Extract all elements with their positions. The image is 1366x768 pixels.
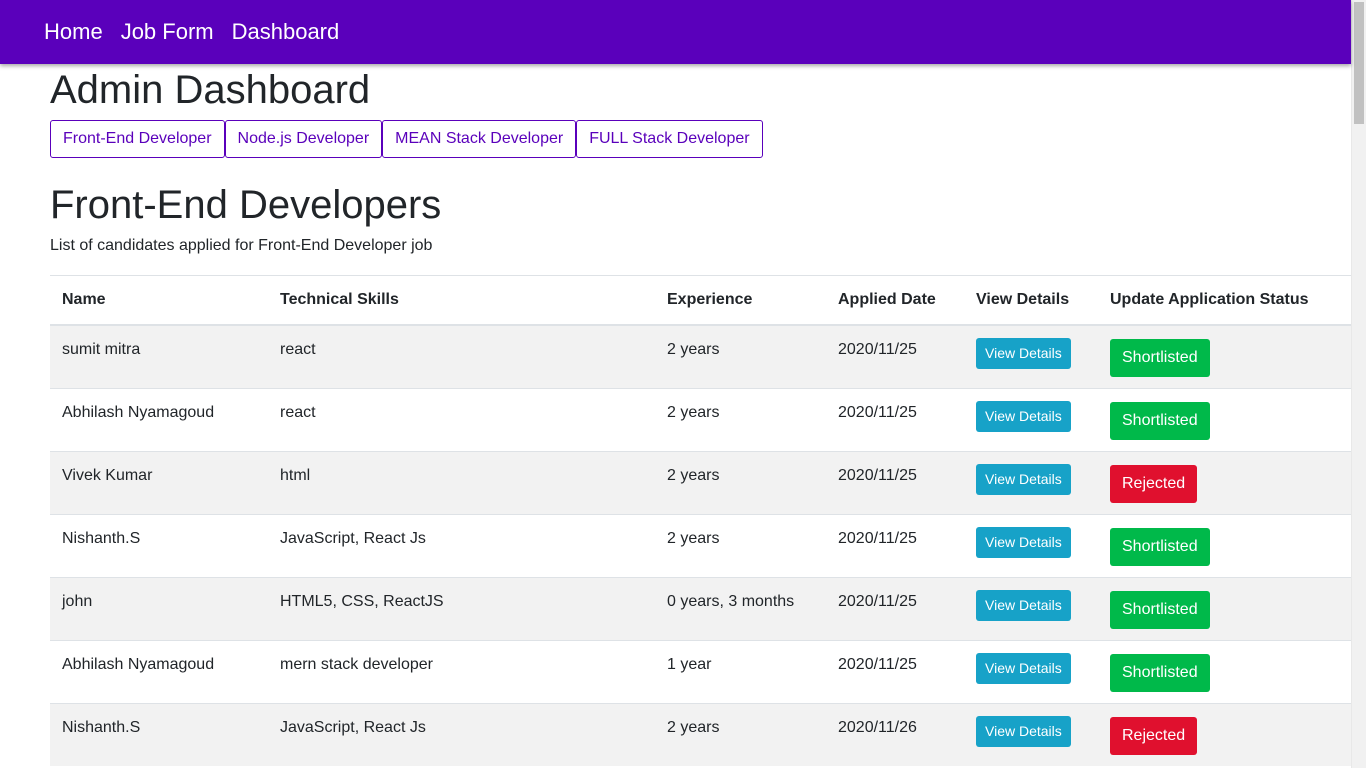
view-details-button[interactable]: View Details: [976, 400, 1071, 432]
cell-skills: react: [268, 324, 655, 388]
cell-status: Shortlisted: [1098, 324, 1351, 388]
shortlisted-status-button[interactable]: Shortlisted: [1110, 401, 1210, 440]
cell-view-details: View Details: [964, 513, 1098, 577]
view-details-button[interactable]: View Details: [976, 526, 1071, 558]
cell-status: Rejected: [1098, 702, 1351, 766]
table-row: Abhilash Nyamagoud mern stack developer 1 …: [50, 639, 1351, 703]
cell-name: john: [50, 576, 268, 640]
candidates-table: Name Technical Skills Experience Applied…: [50, 275, 1351, 766]
cell-view-details: View Details: [964, 387, 1098, 451]
cell-applied-date: 2020/11/26: [826, 702, 964, 766]
header-update-status: Update Application Status: [1098, 275, 1351, 326]
cell-applied-date: 2020/11/25: [826, 513, 964, 577]
nav-dashboard[interactable]: Dashboard: [232, 19, 340, 45]
cell-applied-date: 2020/11/25: [826, 324, 964, 388]
cell-view-details: View Details: [964, 702, 1098, 766]
table-row: Nishanth.S JavaScript, React Js 2 years 202…: [50, 702, 1351, 766]
cell-experience: 2 years: [655, 324, 826, 388]
cell-status: Shortlisted: [1098, 387, 1351, 451]
cell-view-details: View Details: [964, 576, 1098, 640]
view-details-button[interactable]: View Details: [976, 652, 1071, 684]
table-row: Vivek Kumar html 2 years 2020/11/25 View Det…: [50, 450, 1351, 514]
table-header-row: Name Technical Skills Experience Applied…: [50, 275, 1351, 326]
filter-nodejs-button[interactable]: Node.js Developer: [224, 120, 383, 158]
cell-status: Rejected: [1098, 450, 1351, 514]
cell-status: Shortlisted: [1098, 639, 1351, 703]
table-row: Abhilash Nyamagoud react 2 years 2020/11/25…: [50, 387, 1351, 451]
shortlisted-status-button[interactable]: Shortlisted: [1110, 527, 1210, 566]
cell-name: Vivek Kumar: [50, 450, 268, 514]
filter-front-end-button[interactable]: Front-End Developer: [50, 120, 225, 158]
cell-skills: react: [268, 387, 655, 451]
shortlisted-status-button[interactable]: Shortlisted: [1110, 339, 1210, 377]
vertical-scrollbar[interactable]: [1351, 0, 1366, 768]
view-details-button[interactable]: View Details: [976, 715, 1071, 747]
header-technical-skills: Technical Skills: [268, 275, 655, 326]
header-experience: Experience: [655, 275, 826, 326]
filter-full-stack-button[interactable]: FULL Stack Developer: [576, 120, 763, 158]
cell-status: Shortlisted: [1098, 576, 1351, 640]
cell-experience: 1 year: [655, 639, 826, 703]
cell-name: sumit mitra: [50, 324, 268, 388]
cell-experience: 2 years: [655, 387, 826, 451]
table-row: Nishanth.S JavaScript, React Js 2 years 202…: [50, 513, 1351, 577]
cell-applied-date: 2020/11/25: [826, 450, 964, 514]
cell-skills: mern stack developer: [268, 639, 655, 703]
cell-applied-date: 2020/11/25: [826, 576, 964, 640]
cell-view-details: View Details: [964, 639, 1098, 703]
view-details-button[interactable]: View Details: [976, 338, 1071, 369]
filter-mean-stack-button[interactable]: MEAN Stack Developer: [382, 120, 577, 158]
cell-experience: 2 years: [655, 513, 826, 577]
nav-home[interactable]: Home: [44, 19, 103, 45]
page-title: Admin Dashboard: [50, 68, 371, 112]
shortlisted-status-button[interactable]: Shortlisted: [1110, 653, 1210, 692]
view-details-button[interactable]: View Details: [976, 589, 1071, 621]
table-row: john HTML5, CSS, ReactJS 0 years, 3 months…: [50, 576, 1351, 640]
cell-skills: JavaScript, React Js: [268, 702, 655, 766]
nav-job-form[interactable]: Job Form: [121, 19, 214, 45]
rejected-status-button[interactable]: Rejected: [1110, 716, 1198, 755]
cell-applied-date: 2020/11/25: [826, 639, 964, 703]
cell-name: Abhilash Nyamagoud: [50, 639, 268, 703]
rejected-status-button[interactable]: Rejected: [1110, 464, 1198, 503]
view-details-button[interactable]: View Details: [976, 463, 1071, 495]
cell-name: Nishanth.S: [50, 702, 268, 766]
cell-experience: 2 years: [655, 702, 826, 766]
main-content: Admin Dashboard Front-End Developer Node…: [50, 64, 1351, 766]
table-body: sumit mitra react 2 years 2020/11/25 View De…: [50, 324, 1351, 766]
cell-applied-date: 2020/11/25: [826, 387, 964, 451]
header-view-details: View Details: [964, 275, 1098, 326]
header-name: Name: [50, 275, 268, 326]
scrollbar-thumb[interactable]: [1354, 2, 1364, 124]
cell-view-details: View Details: [964, 450, 1098, 514]
cell-name: Nishanth.S: [50, 513, 268, 577]
cell-experience: 0 years, 3 months: [655, 576, 826, 640]
cell-skills: JavaScript, React Js: [268, 513, 655, 577]
job-filter-group: Front-End Developer Node.js Developer ME…: [50, 120, 1351, 158]
cell-skills: html: [268, 450, 655, 514]
top-navbar: Home Job Form Dashboard: [0, 0, 1351, 64]
cell-name: Abhilash Nyamagoud: [50, 387, 268, 451]
cell-view-details: View Details: [964, 324, 1098, 388]
section-title: Front-End Developers: [50, 183, 442, 227]
shortlisted-status-button[interactable]: Shortlisted: [1110, 590, 1210, 629]
cell-status: Shortlisted: [1098, 513, 1351, 577]
section-subtitle: List of candidates applied for Front-End…: [50, 237, 433, 254]
cell-experience: 2 years: [655, 450, 826, 514]
cell-skills: HTML5, CSS, ReactJS: [268, 576, 655, 640]
header-applied-date: Applied Date: [826, 275, 964, 326]
table-row: sumit mitra react 2 years 2020/11/25 View De…: [50, 324, 1351, 388]
